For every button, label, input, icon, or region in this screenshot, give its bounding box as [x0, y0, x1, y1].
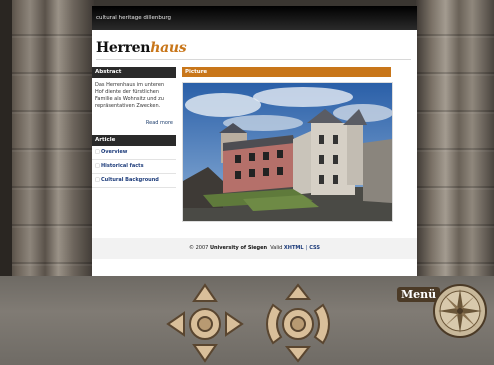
rotate-arrows-icon[interactable] [255, 283, 341, 365]
bullet-icon: □ [95, 177, 100, 183]
bullet-icon: □ [95, 149, 100, 155]
article-heading: Article [92, 135, 176, 146]
sidebar-item-cultural-background[interactable]: □ Cultural Background [92, 174, 176, 188]
xhtml-link[interactable]: XHTML [284, 245, 304, 251]
sidebar-item-overview[interactable]: □ Overview [92, 146, 176, 160]
compass-rose-icon[interactable] [432, 283, 488, 339]
move-arrows-icon[interactable] [164, 283, 246, 365]
picture-heading: Picture [182, 67, 391, 77]
read-more-link[interactable]: Read more [92, 120, 176, 133]
sidebar-item-historical-facts[interactable]: □ Historical facts [92, 160, 176, 174]
rotate-control[interactable] [255, 283, 341, 365]
site-title: cultural heritage dillenburg [96, 15, 171, 21]
logo-accent: haus [150, 40, 187, 56]
sidebar: Abstract Das Herrenhaus im unteren Hof d… [92, 67, 176, 188]
virtual-scene: cultural heritage dillenburg Herrenhaus … [0, 0, 494, 365]
sidebar-item-label: Overview [101, 149, 128, 155]
sidebar-item-label: Historical facts [101, 163, 144, 169]
page-header: cultural heritage dillenburg [92, 6, 417, 30]
divider [96, 59, 411, 60]
move-control[interactable] [164, 283, 246, 365]
organization-name: University of Siegen [209, 245, 268, 251]
logo[interactable]: Herrenhaus [96, 40, 187, 56]
logo-main: Herren [96, 40, 151, 56]
bullet-icon: □ [95, 163, 100, 169]
css-link[interactable]: CSS [309, 245, 320, 251]
castle-render [183, 83, 392, 221]
page-footer: © 2007 University of Siegen Valid XHTML |… [92, 238, 417, 259]
abstract-text: Das Herrenhaus im unteren Hof diente der… [95, 82, 165, 109]
compass-control[interactable] [432, 283, 488, 339]
copyright-text: © 2007 [189, 245, 209, 251]
castle-picture [182, 82, 393, 222]
web-page: cultural heritage dillenburg Herrenhaus … [92, 6, 417, 276]
valid-label: Valid [270, 245, 283, 251]
sidebar-item-label: Cultural Background [101, 177, 159, 183]
abstract-heading: Abstract [92, 67, 176, 78]
